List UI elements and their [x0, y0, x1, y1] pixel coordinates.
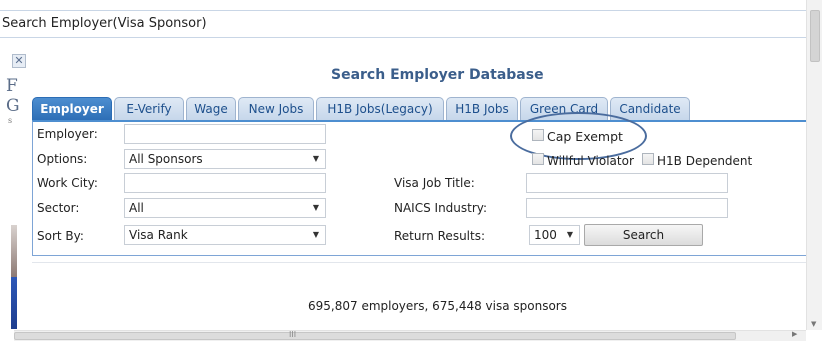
sort-by-select[interactable]: Visa Rank ▼ [124, 225, 326, 245]
sort-by-select-value: Visa Rank [129, 228, 188, 242]
return-results-select-value: 100 [534, 228, 557, 242]
horizontal-scrollbar[interactable]: III ▶ [14, 330, 806, 341]
sector-label: Sector: [37, 201, 80, 215]
visa-job-title-label: Visa Job Title: [394, 176, 475, 190]
scrollbar-grip-icon: III [289, 330, 297, 339]
naics-industry-input[interactable] [526, 198, 728, 218]
panel-footer-divider [32, 262, 806, 263]
window-title: Search Employer(Visa Sponsor) [0, 12, 806, 38]
willful-violator-checkbox[interactable] [532, 153, 544, 165]
caret-down-icon: ▼ [312, 203, 319, 212]
scroll-down-arrow-icon[interactable]: ▼ [811, 320, 816, 328]
willful-violator-label: Willful Violator [547, 154, 634, 168]
naics-industry-label: NAICS Industry: [394, 201, 488, 215]
background-letter: G [6, 96, 20, 116]
background-letter: F [6, 76, 18, 96]
tab-employer[interactable]: Employer [32, 97, 112, 121]
vertical-scrollbar-thumb[interactable] [810, 10, 820, 62]
result-counts: 695,807 employers, 675,448 visa sponsors [308, 299, 567, 313]
scroll-right-arrow-icon[interactable]: ▶ [792, 330, 797, 338]
employer-label: Employer: [37, 127, 98, 141]
work-city-label: Work City: [37, 176, 98, 190]
h1b-dependent-checkbox[interactable] [642, 153, 654, 165]
tab-e-verify[interactable]: E-Verify [114, 97, 184, 121]
background-photo [11, 225, 17, 329]
work-city-input[interactable] [124, 173, 326, 193]
caret-down-icon: ▼ [312, 154, 319, 163]
h1b-dependent-label: H1B Dependent [657, 154, 753, 168]
background-photo-top [11, 225, 17, 277]
tab-h1b-jobs-legacy[interactable]: H1B Jobs(Legacy) [316, 97, 444, 121]
horizontal-scrollbar-thumb[interactable]: III [14, 330, 736, 340]
employer-input[interactable] [124, 124, 326, 144]
vertical-scrollbar[interactable]: ▼ [806, 0, 822, 330]
tab-new-jobs[interactable]: New Jobs [238, 97, 314, 121]
background-photo-bottom [11, 277, 17, 329]
caret-down-icon: ▼ [566, 230, 573, 239]
tab-wage[interactable]: Wage [186, 97, 236, 121]
caret-down-icon: ▼ [312, 230, 319, 239]
options-select[interactable]: All Sponsors ▼ [124, 149, 326, 169]
background-page-fragment: F G s [6, 76, 20, 126]
search-button[interactable]: Search [584, 224, 703, 246]
background-letter: s [8, 116, 13, 125]
top-divider [0, 0, 806, 11]
annotation-highlight-ellipse [510, 112, 647, 160]
visa-job-title-input[interactable] [526, 173, 728, 193]
options-select-value: All Sponsors [129, 152, 203, 166]
sort-by-label: Sort By: [37, 229, 84, 243]
close-icon[interactable]: ✕ [12, 54, 26, 68]
sector-select[interactable]: All ▼ [124, 198, 326, 218]
page-title: Search Employer Database [331, 67, 544, 83]
tab-h1b-jobs[interactable]: H1B Jobs [446, 97, 518, 121]
return-results-label: Return Results: [394, 229, 486, 243]
options-label: Options: [37, 152, 88, 166]
sector-select-value: All [129, 201, 144, 215]
return-results-select[interactable]: 100 ▼ [529, 225, 580, 245]
